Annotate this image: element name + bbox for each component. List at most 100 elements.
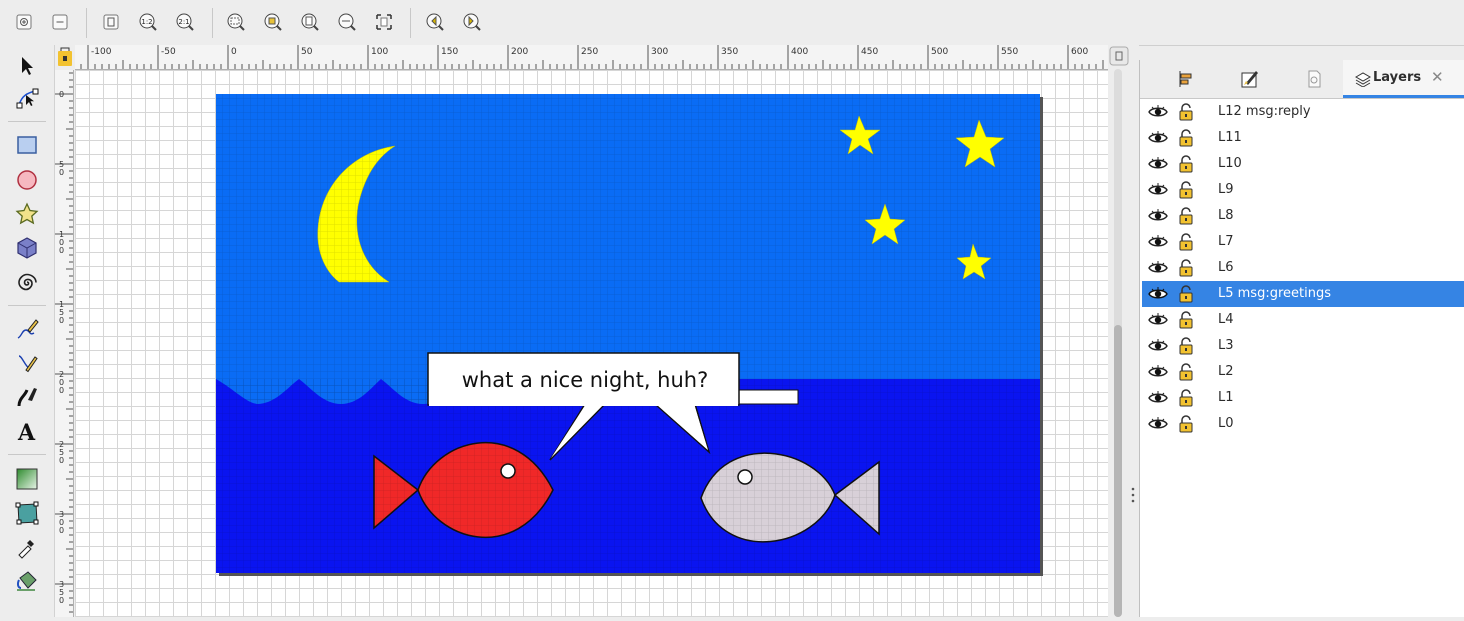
calligraphy-tool[interactable] [14,384,40,410]
lock-open-icon[interactable] [1178,207,1194,225]
zoom-width-icon[interactable] [337,12,357,32]
zoom-2-1-icon[interactable]: 2:1 [175,12,195,32]
layer-row[interactable]: L8 [1142,203,1464,229]
layers-tab[interactable]: Layers ✕ [1343,60,1464,98]
drawing-canvas[interactable]: what a nice night, huh? [75,70,1108,617]
visibility-eye-icon[interactable] [1148,129,1168,147]
lock-open-icon[interactable] [1178,363,1194,381]
layer-row[interactable]: L12 msg:reply [1142,99,1464,125]
lock-open-icon[interactable] [1178,103,1194,121]
ruler-label: -50 [161,47,176,57]
layer-row[interactable]: L5 msg:greetings [1142,281,1464,307]
lock-open-icon[interactable] [1178,259,1194,277]
layer-name[interactable]: L7 [1218,234,1234,249]
layer-name[interactable]: L6 [1218,260,1234,275]
layer-row[interactable]: L11 [1142,125,1464,151]
vertical-ruler[interactable]: 0 50 100 150 200 250 300 350 [55,70,74,617]
ruler-corner [55,45,75,69]
layer-row[interactable]: L1 [1142,385,1464,411]
lock-open-icon[interactable] [1178,415,1194,433]
visibility-eye-icon[interactable] [1148,337,1168,355]
lock-open-icon[interactable] [1178,311,1194,329]
lock-open-icon[interactable] [1178,233,1194,251]
zoom-page-icon[interactable] [101,12,121,32]
visibility-eye-icon[interactable] [1148,285,1168,303]
ruler-label: 500 [931,47,948,57]
lock-open-icon[interactable] [1178,129,1194,147]
layer-row[interactable]: L6 [1142,255,1464,281]
zoom-1-1-icon[interactable]: 1:2 [138,12,158,32]
visibility-eye-icon[interactable] [1148,181,1168,199]
lock-open-icon[interactable] [1178,181,1194,199]
layer-name[interactable]: L9 [1218,182,1234,197]
layer-row[interactable]: L7 [1142,229,1464,255]
canvas-vertical-scrollbar[interactable] [1108,45,1130,617]
node-tool[interactable] [14,85,40,111]
speech-text[interactable]: what a nice night, huh? [462,368,709,392]
pencil-tool[interactable] [14,316,40,342]
star-tool[interactable] [14,201,40,227]
lock-guides-icon[interactable] [55,45,75,69]
layer-list: L12 msg:reply L11 L10 L9 L8 L7 L6 L5 msg:greeti… [1142,99,1464,437]
zoom-next-icon[interactable] [462,12,482,32]
layer-row[interactable]: L10 [1142,151,1464,177]
ruler-label: 100 [371,47,388,57]
layer-row[interactable]: L2 [1142,359,1464,385]
layer-name[interactable]: L1 [1218,390,1234,405]
layer-row[interactable]: L3 [1142,333,1464,359]
fit-canvas-icon[interactable] [374,12,394,32]
paint-bucket-tool[interactable] [14,568,40,594]
text-tool[interactable]: A [14,418,40,444]
visibility-eye-icon[interactable] [1148,233,1168,251]
layer-name[interactable]: L8 [1218,208,1234,223]
lock-open-icon[interactable] [1178,285,1194,303]
spiral-tool[interactable] [14,269,40,295]
layer-name[interactable]: L0 [1218,416,1234,431]
zoom-page-fit-icon[interactable] [300,12,320,32]
visibility-eye-icon[interactable] [1148,259,1168,277]
layer-row[interactable]: L0 [1142,411,1464,437]
lock-open-icon[interactable] [1178,155,1194,173]
visibility-eye-icon[interactable] [1148,415,1168,433]
visibility-eye-icon[interactable] [1148,311,1168,329]
visibility-eye-icon[interactable] [1148,207,1168,225]
visibility-eye-icon[interactable] [1148,389,1168,407]
layer-name[interactable]: L4 [1218,312,1234,327]
layer-name[interactable]: L10 [1218,156,1242,171]
layer-name[interactable]: L11 [1218,130,1242,145]
layer-row[interactable]: L4 [1142,307,1464,333]
fill-stroke-icon [1241,71,1258,88]
pen-tool[interactable] [14,350,40,376]
svg-text:1:2: 1:2 [141,18,152,26]
layer-name[interactable]: L12 msg:reply [1218,104,1311,119]
layer-row[interactable]: L9 [1142,177,1464,203]
scroll-thumb[interactable] [1114,325,1122,617]
visibility-eye-icon[interactable] [1148,103,1168,121]
ruler-label: 550 [1001,47,1018,57]
dropper-tool[interactable] [14,534,40,560]
close-icon[interactable]: ✕ [1431,68,1444,86]
rectangle-tool[interactable] [14,132,40,158]
zoom-in-icon[interactable] [14,12,34,32]
visibility-eye-icon[interactable] [1148,155,1168,173]
3d-box-tool[interactable] [14,235,40,261]
zoom-selection-icon[interactable] [226,12,246,32]
align-tab[interactable] [1156,60,1216,98]
gradient-tool[interactable] [14,466,40,492]
document-properties-tab[interactable] [1284,60,1344,98]
horizontal-ruler[interactable]: -100 -50 0 50 100 150 200 250 300 350 400 450 500 550… [75,45,1108,70]
lock-open-icon[interactable] [1178,389,1194,407]
layer-name[interactable]: L2 [1218,364,1234,379]
zoom-drawing-icon[interactable] [263,12,283,32]
layer-name[interactable]: L5 msg:greetings [1218,286,1331,301]
fill-stroke-tab[interactable] [1220,60,1280,98]
mesh-tool[interactable] [14,500,40,526]
zoom-out-icon[interactable] [50,12,70,32]
visibility-eye-icon[interactable] [1148,363,1168,381]
panel-splitter[interactable] [1130,45,1139,617]
zoom-previous-icon[interactable] [425,12,445,32]
lock-open-icon[interactable] [1178,337,1194,355]
layer-name[interactable]: L3 [1218,338,1234,353]
selector-tool[interactable] [14,53,40,79]
ellipse-tool[interactable] [14,167,40,193]
